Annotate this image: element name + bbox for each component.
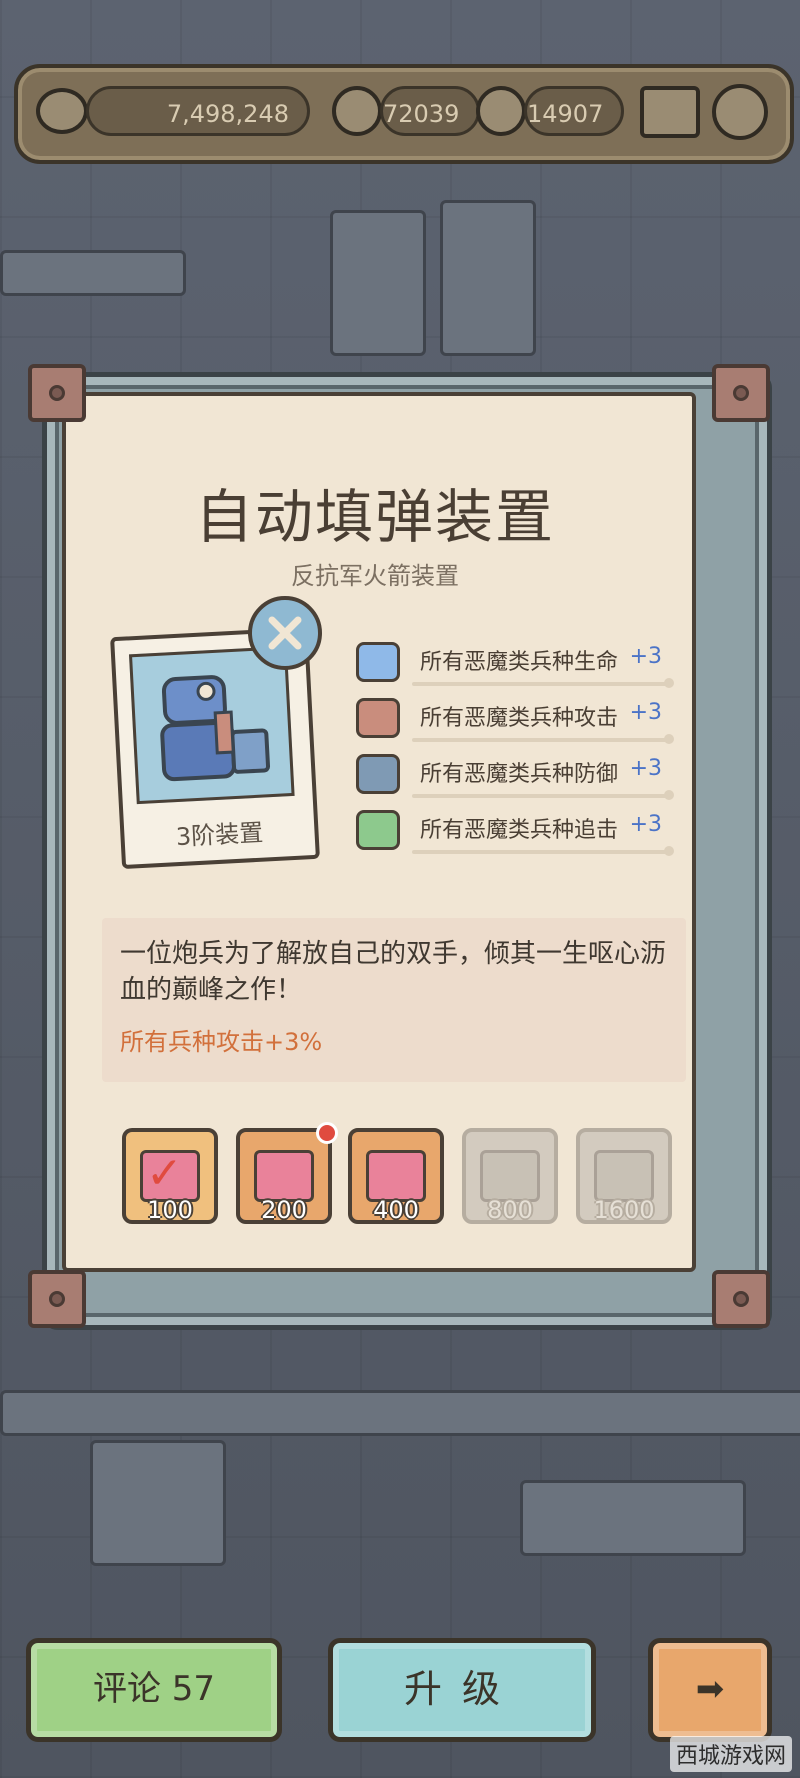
stat-label: 所有恶魔类兵种生命 bbox=[420, 650, 619, 675]
watermark: 西城游戏网 bbox=[669, 1736, 792, 1772]
reward-threshold: 800 bbox=[487, 1196, 533, 1224]
chest-icon bbox=[594, 1150, 654, 1202]
checkmark-icon: ✓ bbox=[146, 1148, 183, 1199]
reward-threshold: 1600 bbox=[593, 1196, 655, 1224]
stat-icon bbox=[356, 698, 400, 738]
description-bonus: 所有兵种攻击+3% bbox=[120, 1028, 323, 1056]
background-pipe bbox=[0, 250, 186, 296]
stat-row: 所有恶魔类兵种追击 +3 bbox=[356, 806, 676, 860]
eye-value: 7,498,248 bbox=[86, 86, 310, 136]
bubble2-value: 14907 bbox=[524, 86, 624, 136]
chest-icon bbox=[366, 1150, 426, 1202]
speech-bubble-icon[interactable] bbox=[332, 86, 382, 136]
background-machine bbox=[90, 1440, 226, 1566]
next-arrow-button[interactable]: ➡ bbox=[648, 1638, 772, 1742]
background-tank bbox=[440, 200, 536, 356]
mail-icon[interactable] bbox=[640, 86, 700, 138]
eye-icon[interactable] bbox=[36, 88, 88, 134]
bubble1-value: 72039 bbox=[380, 86, 480, 136]
reward-threshold: 200 bbox=[261, 1196, 307, 1224]
arrow-right-icon: ➡ bbox=[695, 1669, 725, 1709]
wrench-icon[interactable] bbox=[248, 596, 322, 670]
frame-corner-bolt bbox=[712, 364, 770, 422]
stat-label: 所有恶魔类兵种攻击 bbox=[420, 706, 619, 731]
tier-label: 3阶装置 bbox=[175, 818, 264, 852]
reward-chest-100[interactable]: ✓ 100 bbox=[122, 1128, 218, 1224]
stat-icon bbox=[356, 642, 400, 682]
chest-icon bbox=[254, 1150, 314, 1202]
stat-icon bbox=[356, 754, 400, 794]
stat-icon bbox=[356, 810, 400, 850]
background-machine bbox=[520, 1480, 746, 1556]
item-title: 自动填弹装置 bbox=[194, 483, 555, 551]
item-subtitle: 反抗军火箭装置 bbox=[291, 562, 459, 590]
frame-corner-bolt bbox=[28, 1270, 86, 1328]
stat-row: 所有恶魔类兵种防御 +3 bbox=[356, 750, 676, 804]
description-text: 一位炮兵为了解放自己的双手，倾其一生呕心沥血的巅峰之作！ bbox=[120, 939, 667, 1005]
stat-divider bbox=[412, 790, 674, 800]
frame-corner-bolt bbox=[28, 364, 86, 422]
chest-icon bbox=[480, 1150, 540, 1202]
comments-button[interactable]: 评论 57 bbox=[26, 1638, 282, 1742]
gear-icon[interactable] bbox=[712, 84, 768, 140]
stat-divider bbox=[412, 678, 674, 688]
stat-row: 所有恶魔类兵种生命 +3 bbox=[356, 638, 676, 692]
background-pipe bbox=[0, 1390, 800, 1436]
device-illustration bbox=[128, 646, 295, 805]
reward-chest-400[interactable]: 400 bbox=[348, 1128, 444, 1224]
reward-chest-800[interactable]: 800 bbox=[462, 1128, 558, 1224]
reward-chest-200[interactable]: 200 bbox=[236, 1122, 338, 1224]
rocket-loader-icon bbox=[160, 675, 271, 782]
reward-chest-1600[interactable]: 1600 bbox=[576, 1128, 672, 1224]
reward-threshold: 400 bbox=[373, 1196, 419, 1224]
background-tank bbox=[330, 210, 426, 356]
stat-value: +3 bbox=[629, 812, 662, 837]
stat-divider bbox=[412, 846, 674, 856]
stat-value: +3 bbox=[629, 644, 662, 669]
notification-dot bbox=[316, 1122, 338, 1144]
reward-threshold: 100 bbox=[147, 1196, 193, 1224]
stat-row: 所有恶魔类兵种攻击 +3 bbox=[356, 694, 676, 748]
stat-value: +3 bbox=[629, 756, 662, 781]
frame-corner-bolt bbox=[712, 1270, 770, 1328]
chat-bubble-icon[interactable] bbox=[476, 86, 526, 136]
stat-label: 所有恶魔类兵种防御 bbox=[420, 762, 619, 787]
upgrade-button[interactable]: 升级 bbox=[328, 1638, 596, 1742]
stat-label: 所有恶魔类兵种追击 bbox=[420, 818, 619, 843]
stat-value: +3 bbox=[629, 700, 662, 725]
stat-divider bbox=[412, 734, 674, 744]
